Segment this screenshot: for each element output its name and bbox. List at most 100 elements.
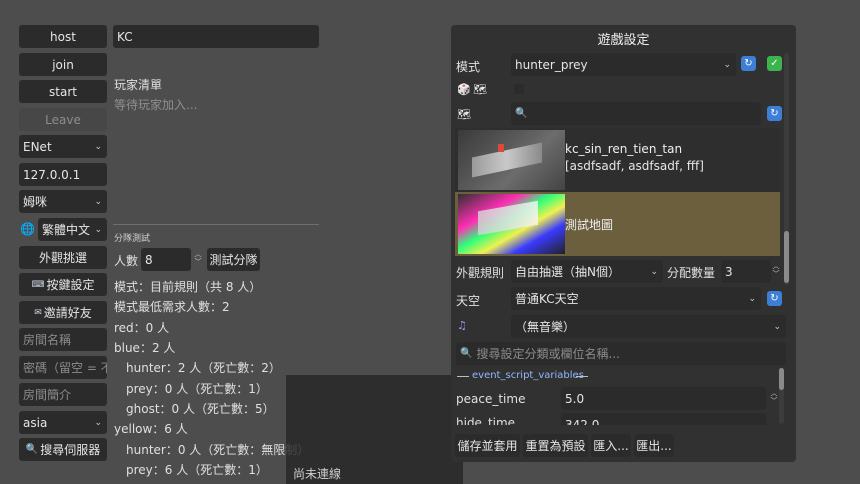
chevron-down-icon: ⌄ xyxy=(94,141,102,152)
region-select-value: asia xyxy=(23,415,48,430)
result-line: blue：2 人 xyxy=(114,341,176,355)
network-select[interactable]: ENet ⌄ xyxy=(19,135,107,158)
chevron-down-icon: ⌄ xyxy=(94,417,102,428)
var-stepper[interactable]: ︿ ﹀ xyxy=(769,389,779,405)
result-line: 模式：目前規則（共 8 人） xyxy=(114,280,262,294)
count-stepper[interactable]: ︿ ﹀ xyxy=(193,250,203,266)
room-description-input[interactable]: 房間簡介 xyxy=(19,383,107,406)
game-settings-panel: 遊戲設定 模式 hunter_prey ⌄ ↻ ✓ 🎲 🗺 🗺 🔍 ↻ kc_s… xyxy=(451,25,796,462)
keybind-button[interactable]: ⌨ 按鍵設定 xyxy=(19,273,107,296)
check-icon[interactable]: ✓ xyxy=(767,56,782,71)
result-line: hunter：0 人（死亡數：無限制） xyxy=(126,443,310,457)
password-input[interactable]: 密碼（留空 = 不 xyxy=(19,356,107,379)
result-line: red：0 人 xyxy=(114,321,170,335)
map-thumbnail xyxy=(458,194,565,254)
language-select[interactable]: 繁體中文 ⌄ xyxy=(38,218,107,241)
sky-select-value: 普通KC天空 xyxy=(515,292,579,306)
alloc-input[interactable]: 3 xyxy=(721,260,771,283)
var-input[interactable]: 342.0 xyxy=(561,413,766,425)
count-input[interactable]: 8 xyxy=(141,248,191,271)
appearance-button[interactable]: 外觀挑選 xyxy=(19,246,107,269)
section-title: event_script_variables xyxy=(472,370,584,381)
appearance-rule-select[interactable]: 自由抽選（抽N個） ⌄ xyxy=(511,260,663,283)
scrollbar-thumb[interactable] xyxy=(779,368,784,390)
divider xyxy=(113,224,319,225)
player-list-title: 玩家清單 xyxy=(114,78,163,92)
music-select-value: （無音樂） xyxy=(515,320,576,334)
map-list-item-selected[interactable]: 測試地圖 xyxy=(455,192,780,256)
network-select-value: ENet xyxy=(23,139,52,154)
test-split-button[interactable]: 測試分隊 xyxy=(207,248,260,271)
mode-select[interactable]: hunter_prey ⌄ xyxy=(511,53,736,76)
var-input[interactable]: 5.0 xyxy=(561,387,766,410)
invite-label: 邀請好友 xyxy=(43,306,92,320)
search-icon: 🔍 xyxy=(460,348,473,359)
section-divider-left xyxy=(457,376,469,377)
room-name-input[interactable]: 房間名稱 xyxy=(19,328,107,351)
music-select[interactable]: （無音樂） ⌄ xyxy=(511,315,786,338)
map-thumbnail xyxy=(458,130,565,190)
ip-input[interactable]: 127.0.0.1 xyxy=(19,163,107,186)
random-map-checkbox[interactable] xyxy=(514,84,524,94)
connection-status-text: 尚未連線 xyxy=(293,467,342,481)
export-button[interactable]: 匯出... xyxy=(634,434,674,457)
envelope-icon: ✉ xyxy=(34,307,42,318)
chevron-down-icon: ⌄ xyxy=(773,321,781,332)
join-button[interactable]: join xyxy=(19,53,107,76)
team-test-title: 分隊測試 xyxy=(114,234,151,244)
appearance-rule-label: 外觀規則 xyxy=(456,266,505,280)
settings-search-input[interactable]: 🔍 搜尋設定分類或欄位名稱... xyxy=(456,342,786,365)
var-name: peace_time xyxy=(456,392,526,406)
refresh-icon[interactable]: ↻ xyxy=(767,106,782,121)
import-button[interactable]: 匯入... xyxy=(591,434,631,457)
scrollbar-track[interactable] xyxy=(784,53,789,285)
scrollbar-thumb[interactable] xyxy=(784,231,789,283)
alloc-stepper[interactable]: ︿ ﹀ xyxy=(771,262,781,278)
keyboard-icon: ⌨ xyxy=(31,279,45,290)
alloc-label: 分配數量 xyxy=(667,266,716,280)
dice-icon: 🎲 xyxy=(457,83,471,96)
appearance-rule-value: 自由抽選（抽N個） xyxy=(515,265,620,279)
host-button[interactable]: host xyxy=(19,25,107,48)
map-name: kc_sin_ren_tien_tan xyxy=(565,142,683,156)
panel-title: 遊戲設定 xyxy=(597,33,650,48)
chevron-down-icon: ⌄ xyxy=(94,224,102,235)
invite-friends-button[interactable]: ✉ 邀請好友 xyxy=(19,301,107,324)
sky-select[interactable]: 普通KC天空 ⌄ xyxy=(511,287,761,310)
search-server-label: 搜尋伺服器 xyxy=(40,443,101,457)
map-thumbnail-building xyxy=(478,200,538,236)
reset-default-button[interactable]: 重置為預設 xyxy=(523,434,588,457)
refresh-icon[interactable]: ↻ xyxy=(741,56,756,71)
map-thumbnail-building xyxy=(472,142,542,178)
player-name-select-value: 姆咪 xyxy=(23,195,48,209)
result-line: prey：0 人（死亡數：1） xyxy=(126,382,268,396)
waiting-text: 等待玩家加入... xyxy=(114,98,198,112)
music-icon: ♫ xyxy=(457,319,467,332)
search-icon: 🔍 xyxy=(515,108,528,119)
leave-button[interactable]: Leave xyxy=(19,108,107,131)
save-apply-button[interactable]: 儲存並套用 xyxy=(455,434,520,457)
var-row-clip: hide_time 342.0 xyxy=(451,413,781,425)
search-icon: 🔍 xyxy=(25,444,39,455)
map-icon: 🗺 xyxy=(473,83,487,96)
sky-label: 天空 xyxy=(456,294,481,308)
connection-status-panel: 尚未連線 xyxy=(286,375,463,484)
map-search-input[interactable]: 🔍 xyxy=(511,102,761,125)
mode-label: 模式 xyxy=(456,60,481,74)
map-list-item[interactable]: kc_sin_ren_tien_tan [asdfsadf, asdfsadf,… xyxy=(455,128,780,192)
region-select[interactable]: asia ⌄ xyxy=(19,411,107,434)
refresh-icon[interactable]: ↻ xyxy=(767,291,782,306)
chevron-down-icon: ⌄ xyxy=(94,196,102,207)
map-thumbnail-marker xyxy=(498,144,504,152)
result-line: prey：6 人（死亡數：1） xyxy=(126,463,268,477)
settings-search-placeholder: 搜尋設定分類或欄位名稱... xyxy=(476,347,620,361)
search-server-button[interactable]: 🔍 搜尋伺服器 xyxy=(19,438,107,461)
result-line: 模式最低需求人數：2 xyxy=(114,300,230,314)
globe-icon: 🌐 xyxy=(20,222,35,236)
start-button[interactable]: start xyxy=(19,80,107,103)
keybind-label: 按鍵設定 xyxy=(46,278,95,292)
nickname-input[interactable]: KC xyxy=(113,25,319,48)
chevron-down-icon: ⌄ xyxy=(748,293,756,304)
map-icon: 🗺 xyxy=(457,108,471,121)
player-name-select[interactable]: 姆咪 ⌄ xyxy=(19,190,107,213)
